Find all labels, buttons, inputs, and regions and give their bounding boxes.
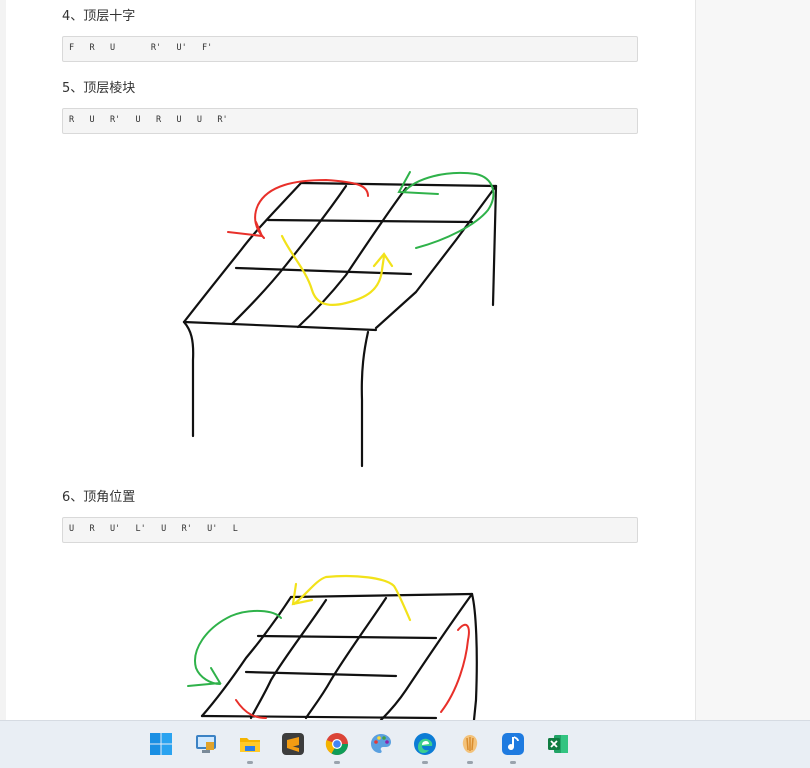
code-text-6: U R U' L' U R' U' L <box>69 524 238 534</box>
active-indicator <box>422 761 428 764</box>
active-indicator <box>467 761 473 764</box>
document-page[interactable]: 4、顶层十字 F R U R' U' F' 5、顶层棱块 R U R' U R … <box>6 0 695 720</box>
shell-icon[interactable] <box>456 730 484 764</box>
taskbar <box>0 720 810 768</box>
music-note-icon[interactable] <box>499 730 527 764</box>
cube-sketch-1 <box>182 171 498 720</box>
active-indicator <box>247 761 253 764</box>
windows-start-icon[interactable] <box>147 730 175 758</box>
edge-icon[interactable] <box>411 730 439 764</box>
chrome-icon[interactable] <box>323 730 351 764</box>
right-side-panel <box>695 0 810 720</box>
section-heading-6: 6、顶角位置 <box>62 490 136 505</box>
active-indicator <box>510 761 516 764</box>
remote-desktop-icon[interactable] <box>192 730 220 758</box>
code-block-6[interactable]: U R U' L' U R' U' L <box>62 517 638 543</box>
excel-icon[interactable] <box>544 730 572 758</box>
active-indicator <box>334 761 340 764</box>
sublime-text-icon[interactable] <box>279 730 307 758</box>
folder-icon[interactable] <box>236 730 264 764</box>
palette-icon[interactable] <box>367 730 395 758</box>
